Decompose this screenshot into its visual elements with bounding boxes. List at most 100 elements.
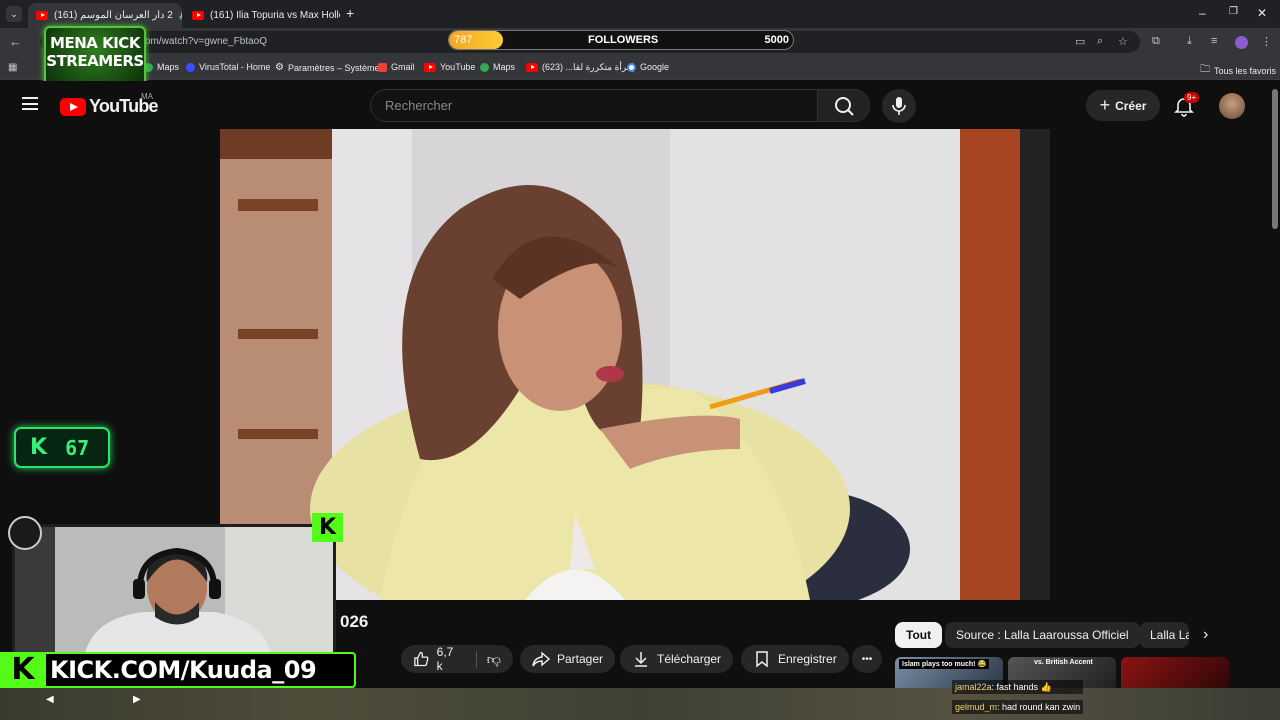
youtube-favicon-icon xyxy=(36,11,48,20)
chip-label: Lalla La xyxy=(1150,628,1189,642)
followers-goal: 5000 xyxy=(764,34,789,46)
browser-tab[interactable]: (161) Ilia Topuria vs Max Hollow ✕ xyxy=(184,3,340,28)
bookmark-youtube[interactable]: YouTube xyxy=(424,62,475,72)
bookmark-label: Tous les favoris xyxy=(1214,65,1277,76)
chip-label: Source : Lalla Laaroussa Officiel xyxy=(956,628,1129,642)
thumbs-up-icon xyxy=(414,651,429,667)
bookmark-maps[interactable]: Maps xyxy=(144,62,179,72)
download-icon xyxy=(635,652,647,667)
tab-title: 2 دار العرسان الموسم (161) xyxy=(54,10,173,21)
search-placeholder: Rechercher xyxy=(385,98,453,113)
account-avatar[interactable] xyxy=(1219,93,1245,119)
zoom-icon[interactable]: ⌕ xyxy=(1097,35,1103,48)
dislike-icon[interactable]: 👎︎ xyxy=(475,650,501,668)
search-input[interactable]: Rechercher xyxy=(370,89,818,122)
video-player[interactable] xyxy=(220,129,1050,600)
tab-search-button[interactable]: ⌄ xyxy=(6,6,22,22)
desktop-background-strip: ◀ ▶ xyxy=(0,688,1280,720)
youtube-header: YouTube MA Rechercher + Créer 9+ xyxy=(0,81,1270,129)
close-window-icon[interactable]: ✕ xyxy=(1257,6,1267,20)
bookmark-label: Maps xyxy=(157,62,180,72)
save-button[interactable]: Enregistrer xyxy=(741,645,849,673)
save-label: Enregistrer xyxy=(778,652,837,666)
thumbnail-caption: Islam plays too much! 😂 xyxy=(899,659,990,669)
restore-icon[interactable]: ❐ xyxy=(1229,6,1238,17)
followers-goal-bar: 787 FOLLOWERS 5000 xyxy=(448,30,794,50)
hamburger-menu-icon[interactable] xyxy=(22,97,38,110)
notification-badge: 9+ xyxy=(1184,92,1200,103)
download-label: Télécharger xyxy=(657,652,722,666)
share-icon xyxy=(532,651,550,667)
profile-icon[interactable] xyxy=(1235,36,1248,49)
browser-tab-strip: ⌄ 2 دار العرسان الموسم (161) 🔊 ✕ (161) I… xyxy=(0,0,1280,28)
followers-current: 787 xyxy=(454,34,473,46)
bookmark-label: YouTube xyxy=(440,62,476,72)
region-code: MA xyxy=(141,92,153,101)
menu-kebab-icon[interactable]: ⋮ xyxy=(1261,35,1272,48)
all-bookmarks[interactable]: 🗀 Tous les favoris xyxy=(1200,62,1276,79)
chevron-right-icon[interactable]: › xyxy=(1203,626,1208,644)
download-button[interactable]: Télécharger xyxy=(620,645,734,673)
maps-icon xyxy=(480,62,489,72)
gmail-icon xyxy=(378,62,387,72)
bookmark-star-icon[interactable]: ☆ xyxy=(1118,35,1128,48)
share-button[interactable]: Partager xyxy=(520,645,616,673)
like-count: 6,7 k xyxy=(436,645,454,673)
bookmark-video[interactable]: إمرأة متكررة لقا... (623) xyxy=(526,62,634,73)
bookmark-google[interactable]: Google xyxy=(627,62,669,72)
minimize-icon[interactable]: – xyxy=(1199,6,1206,20)
back-icon[interactable]: ← xyxy=(9,34,22,49)
webcam-feed xyxy=(15,527,333,653)
chip-all[interactable]: Tout xyxy=(895,622,943,648)
browser-tab-active[interactable]: 2 دار العرسان الموسم (161) 🔊 ✕ xyxy=(28,3,182,28)
page-scrollbar[interactable] xyxy=(1270,81,1280,688)
tab-title: (161) Ilia Topuria vs Max Hollow xyxy=(210,10,340,21)
extensions-icon[interactable]: ⧉ xyxy=(1152,35,1160,48)
chat-username: gelmud_m xyxy=(955,702,998,712)
like-button[interactable]: 6,7 k 👎︎ xyxy=(401,645,513,673)
share-label: Partager xyxy=(557,652,604,666)
notifications-button[interactable]: 9+ xyxy=(1172,92,1200,118)
virustotal-icon xyxy=(186,62,195,72)
bookmark-icon xyxy=(756,651,768,668)
followers-label: FOLLOWERS xyxy=(588,34,659,46)
kick-k-icon: K xyxy=(0,652,46,688)
folder-icon: 🗀 xyxy=(1200,64,1210,75)
bookmark-label: Paramètres – Système xyxy=(287,62,380,73)
logo-line-2: STREAMERS xyxy=(46,52,144,70)
bookmark-gmail[interactable]: Gmail xyxy=(378,62,415,72)
create-button[interactable]: + Créer xyxy=(1086,90,1160,121)
voice-search-button[interactable] xyxy=(882,89,916,123)
kick-channel-url: KICK.COM/Kuuda_09 xyxy=(50,656,317,684)
media-next-icon[interactable]: ▶ xyxy=(133,694,141,705)
streamer-webcam xyxy=(12,524,336,656)
chip-label: Tout xyxy=(906,628,932,642)
kick-viewer-counter: K 67 xyxy=(14,427,110,468)
youtube-icon xyxy=(526,63,538,72)
scrollbar-thumb[interactable] xyxy=(1272,89,1278,229)
bookmark-label: Gmail xyxy=(391,62,415,72)
new-tab-button[interactable]: + xyxy=(346,5,354,21)
download-icon[interactable]: ⤓ xyxy=(1187,35,1192,48)
chip-partial[interactable]: Lalla La xyxy=(1139,622,1189,648)
bookmark-settings[interactable]: ⚙ Paramètres – Système xyxy=(275,62,380,73)
chip-source[interactable]: Source : Lalla Laaroussa Officiel xyxy=(945,622,1140,648)
mena-kick-streamers-logo: MENA KICK STREAMERS xyxy=(44,26,146,86)
cast-icon[interactable]: ▭ xyxy=(1075,35,1085,48)
plus-icon: + xyxy=(1099,95,1111,115)
chat-message: jamal22a: fast hands 👍 xyxy=(952,680,1084,694)
video-title: 026 xyxy=(340,612,369,631)
url-text: om/watch?v=gwne_FbtaoQ xyxy=(145,36,268,47)
bookmark-label: Maps xyxy=(493,62,516,72)
kick-channel-banner: K KICK.COM/Kuuda_09 xyxy=(0,652,356,688)
more-actions-button[interactable]: ••• xyxy=(852,645,882,673)
kick-k-icon: K xyxy=(30,435,48,460)
video-frame xyxy=(220,129,1050,600)
chat-message: gelmud_m: had round kan zwin xyxy=(952,700,1084,714)
bookmark-virustotal[interactable]: VirusTotal - Home xyxy=(186,62,270,72)
media-icon[interactable]: ≡ xyxy=(1211,35,1217,47)
apps-grid-icon[interactable]: ▦ xyxy=(8,62,17,73)
bookmark-maps-2[interactable]: Maps xyxy=(480,62,515,72)
media-prev-icon[interactable]: ◀ xyxy=(46,694,54,705)
search-button[interactable] xyxy=(817,89,870,122)
